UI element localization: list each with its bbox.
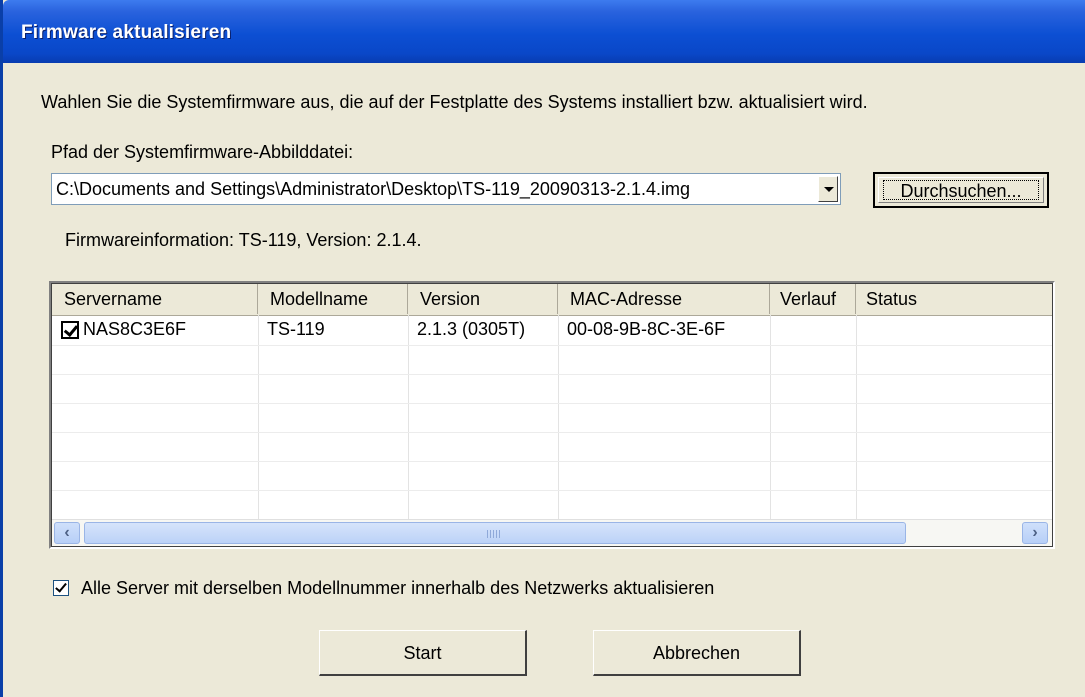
scroll-left-button[interactable]: ‹ [54, 522, 80, 544]
cell-modellname: TS-119 [267, 319, 325, 339]
cancel-button-label: Abbrechen [652, 643, 741, 663]
grip-icon [487, 530, 501, 538]
browse-button-label: Durchsuchen... [900, 181, 1022, 201]
start-button[interactable]: Start [319, 630, 527, 676]
scroll-right-button[interactable]: › [1022, 522, 1048, 544]
firmware-update-dialog: Firmware aktualisieren Wahlen Sie die Sy… [0, 0, 1085, 697]
update-all-checkbox-icon[interactable] [53, 580, 69, 596]
firmware-path-label: Pfad der Systemfirmware-Abbilddatei: [51, 142, 354, 162]
column-header-status[interactable]: Status [856, 284, 1052, 314]
column-header-modellname[interactable]: Modellname [258, 284, 408, 314]
cell-servername: NAS8C3E6F [83, 319, 187, 339]
dropdown-arrow-icon[interactable] [818, 176, 838, 202]
browse-button[interactable]: Durchsuchen... [873, 172, 1049, 208]
scrollbar-thumb[interactable] [84, 522, 906, 544]
horizontal-scrollbar[interactable]: ‹ › [52, 519, 1052, 546]
column-header-verlauf[interactable]: Verlauf [770, 284, 856, 314]
cell-version: 2.1.3 (0305T) [417, 319, 526, 339]
server-row-checkbox-icon[interactable] [61, 321, 79, 339]
scroll-left-icon: ‹ [64, 524, 70, 541]
dialog-title: Firmware aktualisieren [21, 22, 232, 43]
cell-mac: 00-08-9B-8C-3E-6F [567, 319, 726, 339]
server-list[interactable]: Servername Modellname Version MAC-Adress… [49, 281, 1055, 549]
column-header-version[interactable]: Version [408, 284, 558, 314]
cancel-button[interactable]: Abbrechen [593, 630, 801, 676]
column-header-servername[interactable]: Servername [52, 284, 258, 314]
firmware-path-combobox[interactable]: C:\Documents and Settings\Administrator\… [51, 173, 841, 205]
firmware-path-value: C:\Documents and Settings\Administrator\… [56, 179, 690, 199]
update-all-label[interactable]: Alle Server mit derselben Modellnummer i… [81, 578, 714, 599]
intro-text: Wahlen Sie die Systemfirmware aus, die a… [41, 92, 868, 112]
start-button-label: Start [403, 643, 442, 663]
server-list-header: Servername Modellname Version MAC-Adress… [52, 284, 1052, 316]
scroll-right-icon: › [1032, 524, 1038, 541]
firmware-info-text: Firmwareinformation: TS-119, Version: 2.… [65, 230, 422, 250]
title-bar[interactable]: Firmware aktualisieren [3, 0, 1085, 63]
column-header-mac[interactable]: MAC-Adresse [558, 284, 770, 314]
